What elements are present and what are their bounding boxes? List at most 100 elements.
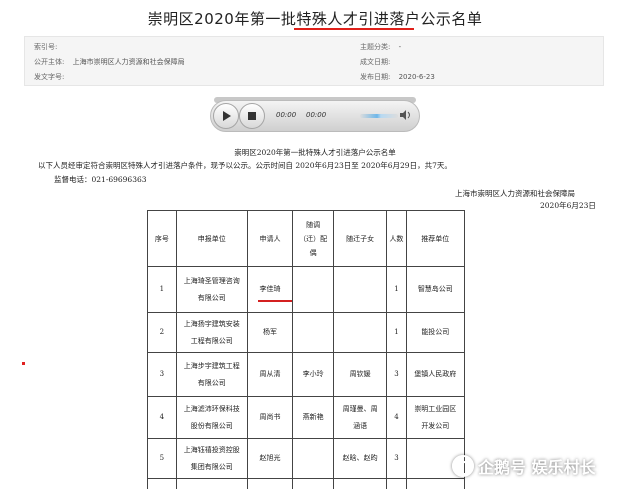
row-children: 周瑾曼、周 涵语 — [332, 396, 388, 439]
row-recommender: 智慧岛公司 — [405, 266, 466, 313]
row-count: 1 — [386, 266, 407, 313]
row-children-line1: 周钦媛 — [349, 370, 371, 378]
header-spouse-line3: 偶 — [309, 248, 317, 257]
meta-docno-label: 发文字号: — [34, 73, 65, 81]
document-heading: 崇明区2020年第一批特殊人才引进落户公示名单 — [234, 148, 396, 157]
row-unit — [175, 478, 248, 489]
row-count — [386, 478, 407, 489]
meta-publisher-label: 公开主体: — [34, 58, 65, 66]
table-row: 1 上海琦圣管理咨询 有限公司 李佳琦 1 智慧岛公司 — [147, 266, 466, 313]
play-button[interactable] — [213, 103, 239, 129]
row-spouse: 李小玲 — [292, 352, 334, 397]
speaker-icon[interactable] — [400, 110, 412, 120]
stop-button[interactable] — [239, 103, 265, 129]
row-children-line1: 赵晗、赵昀 — [342, 454, 378, 462]
row-applicant: 赵旭光 — [246, 438, 294, 479]
row-count: 3 — [386, 352, 407, 397]
meta-published: 发布日期: 2020-6-23 — [360, 72, 435, 82]
row-children — [332, 478, 388, 489]
meta-category: 主题分类: - — [360, 42, 401, 52]
row-unit-line1: 上海扬宇建筑安装 — [183, 319, 240, 328]
meta-index: 索引号: — [34, 42, 57, 52]
applicant-highlight-underline — [258, 300, 292, 302]
page-title: 崇明区2020年第一批特殊人才引进落户公示名单 — [147, 10, 483, 28]
row-recommender-line1: 堡镇人民政府 — [414, 370, 457, 378]
row-unit-line1: 上海琦圣管理咨询 — [183, 276, 240, 285]
row-seq: 4 — [147, 396, 177, 439]
title-highlight-underline — [294, 28, 414, 30]
meta-published-label: 发布日期: — [360, 73, 391, 81]
row-applicant: 周尚书 — [246, 396, 294, 439]
row-recommender: 堡镇人民政府 — [405, 352, 466, 397]
meta-category-label: 主题分类: — [360, 43, 391, 51]
header-recommender: 推荐单位 — [405, 210, 466, 267]
row-count: 3 — [386, 438, 407, 479]
table-row: 4 上海滤沛环保科技 股份有限公司 周尚书 燕新艳 周瑾曼、周 涵语 4 崇明工业园… — [147, 396, 466, 439]
row-spouse — [292, 266, 334, 313]
table-header-row: 序号 申报单位 申请人 随调 （迁）配 偶 随迁子女 人数 推荐单位 — [147, 210, 466, 267]
row-spouse — [292, 478, 334, 489]
row-recommender-line1: 智慧岛公司 — [417, 285, 453, 293]
row-children-line2: 涵语 — [353, 421, 368, 430]
meta-docno: 发文字号: — [34, 72, 64, 82]
row-recommender — [405, 478, 466, 489]
header-spouse: 随调 （迁）配 偶 — [292, 210, 334, 267]
meta-published-value: 2020-6-23 — [398, 73, 435, 81]
row-children — [332, 312, 388, 353]
row-applicant — [246, 478, 294, 489]
row-seq: 1 — [147, 266, 177, 313]
row-count: 1 — [386, 312, 407, 353]
row-spouse: 燕新艳 — [292, 396, 334, 439]
row-unit-line1: 上海钰禧投资控股 — [183, 445, 240, 454]
table-row: 2 上海扬宇建筑安装 工程有限公司 杨军 1 能投公司 — [147, 312, 466, 353]
row-unit: 上海滤沛环保科技 股份有限公司 — [175, 396, 248, 439]
meta-publisher: 公开主体: 上海市崇明区人力资源和社会保障局 — [34, 57, 185, 67]
row-unit-line1: 上海步宇建筑工程 — [183, 361, 240, 370]
watermark: 企鹅号 娱乐村长 — [452, 452, 596, 480]
document-intro: 以下人员经审定符合崇明区特殊人才引进落户条件，现予以公示。公示时间自 2020年… — [38, 161, 452, 170]
meta-publisher-value: 上海市崇明区人力资源和社会保障局 — [72, 58, 185, 66]
header-children: 随迁子女 — [332, 210, 388, 267]
row-spouse — [292, 438, 334, 479]
row-recommender-line1: 能投公司 — [421, 328, 450, 336]
supervision-phone: 监督电话：021-69696363 — [54, 175, 147, 184]
row-seq: 5 — [147, 438, 177, 479]
row-recommender-line1: 崇明工业园区 — [414, 404, 457, 413]
volume-slider[interactable] — [360, 114, 398, 118]
current-time: 00:00 — [276, 111, 297, 119]
row-recommender-line2: 开发公司 — [421, 421, 450, 430]
row-children: 赵晗、赵昀 — [332, 438, 388, 479]
header-spouse-line1: 随调 — [306, 220, 321, 229]
table-row: 5 上海钰禧投资控股 集团有限公司 赵旭光 赵晗、赵昀 3 — [147, 438, 466, 479]
row-recommender: 崇明工业园区 开发公司 — [405, 396, 466, 439]
penguin-logo-icon — [452, 455, 474, 477]
header-seq: 序号 — [147, 210, 177, 267]
row-applicant: 李佳琦 — [246, 266, 294, 313]
row-unit: 上海步宇建筑工程 有限公司 — [175, 352, 248, 397]
meta-created-label: 成文日期: — [360, 58, 391, 66]
row-recommender: 能投公司 — [405, 312, 466, 353]
header-unit: 申报单位 — [175, 210, 248, 267]
row-applicant: 杨军 — [246, 312, 294, 353]
issue-date: 2020年6月23日 — [540, 201, 596, 210]
total-time: 00:00 — [306, 111, 327, 119]
row-spouse — [292, 312, 334, 353]
play-icon — [223, 111, 231, 121]
header-applicant: 申请人 — [246, 210, 294, 267]
row-children — [332, 266, 388, 313]
table-row: 3 上海步宇建筑工程 有限公司 周从清 李小玲 周钦媛 3 堡镇人民政府 — [147, 352, 466, 397]
row-unit: 上海扬宇建筑安装 工程有限公司 — [175, 312, 248, 353]
red-marker-dot — [22, 362, 25, 365]
roster-table: 序号 申报单位 申请人 随调 （迁）配 偶 随迁子女 人数 推荐单位 1 上海琦… — [147, 210, 466, 489]
row-unit-line1: 上海滤沛环保科技 — [183, 404, 240, 413]
row-unit-line2: 工程有限公司 — [190, 336, 233, 345]
watermark-text: 企鹅号 娱乐村长 — [478, 458, 596, 477]
table-row — [147, 478, 466, 489]
row-seq: 3 — [147, 352, 177, 397]
row-unit-line2: 集团有限公司 — [190, 462, 233, 471]
meta-created: 成文日期: — [360, 57, 390, 67]
row-unit-line2: 有限公司 — [197, 293, 226, 302]
row-applicant: 周从清 — [246, 352, 294, 397]
row-count: 4 — [386, 396, 407, 439]
row-seq: 2 — [147, 312, 177, 353]
